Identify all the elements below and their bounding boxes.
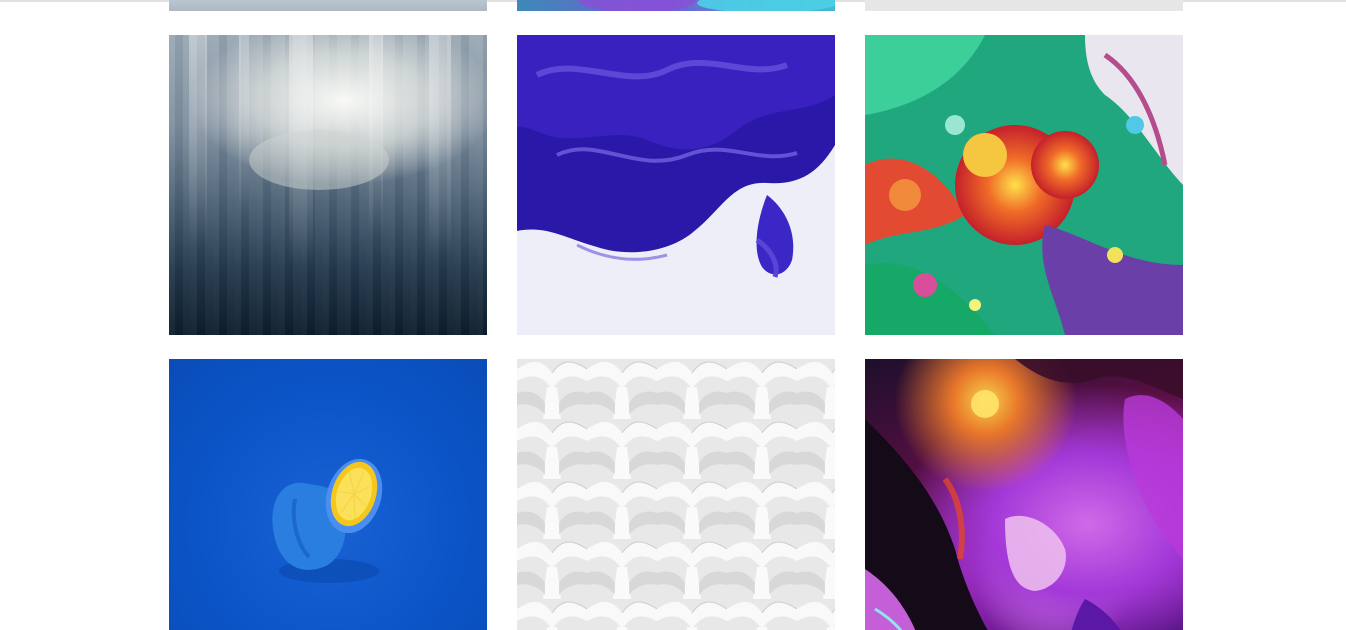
fluid-art-image	[865, 35, 1183, 335]
tile-neon-abstract[interactable]	[865, 359, 1183, 630]
blue-lemon-image	[272, 458, 383, 583]
tile-blue-lemon[interactable]	[169, 359, 487, 630]
grey-texture-image	[865, 0, 1183, 11]
tile-white-weave[interactable]	[517, 359, 835, 630]
water-surface-image	[169, 0, 487, 11]
tile-fluid-art[interactable]	[865, 35, 1183, 335]
tile-purple-ink[interactable]	[517, 35, 835, 335]
white-weave-image	[517, 359, 835, 630]
tile-cyan-abstract[interactable]	[517, 0, 835, 11]
neon-abstract-image	[865, 359, 1183, 630]
page	[0, 0, 1346, 630]
foggy-gradient-image	[189, 35, 451, 265]
cyan-abstract-image	[577, 0, 835, 11]
image-gallery	[169, 0, 1183, 630]
tile-grey-texture[interactable]	[865, 0, 1183, 11]
purple-ink-image	[517, 35, 835, 278]
tile-water-surface[interactable]	[169, 0, 487, 11]
tile-foggy-gradient[interactable]	[169, 35, 487, 335]
